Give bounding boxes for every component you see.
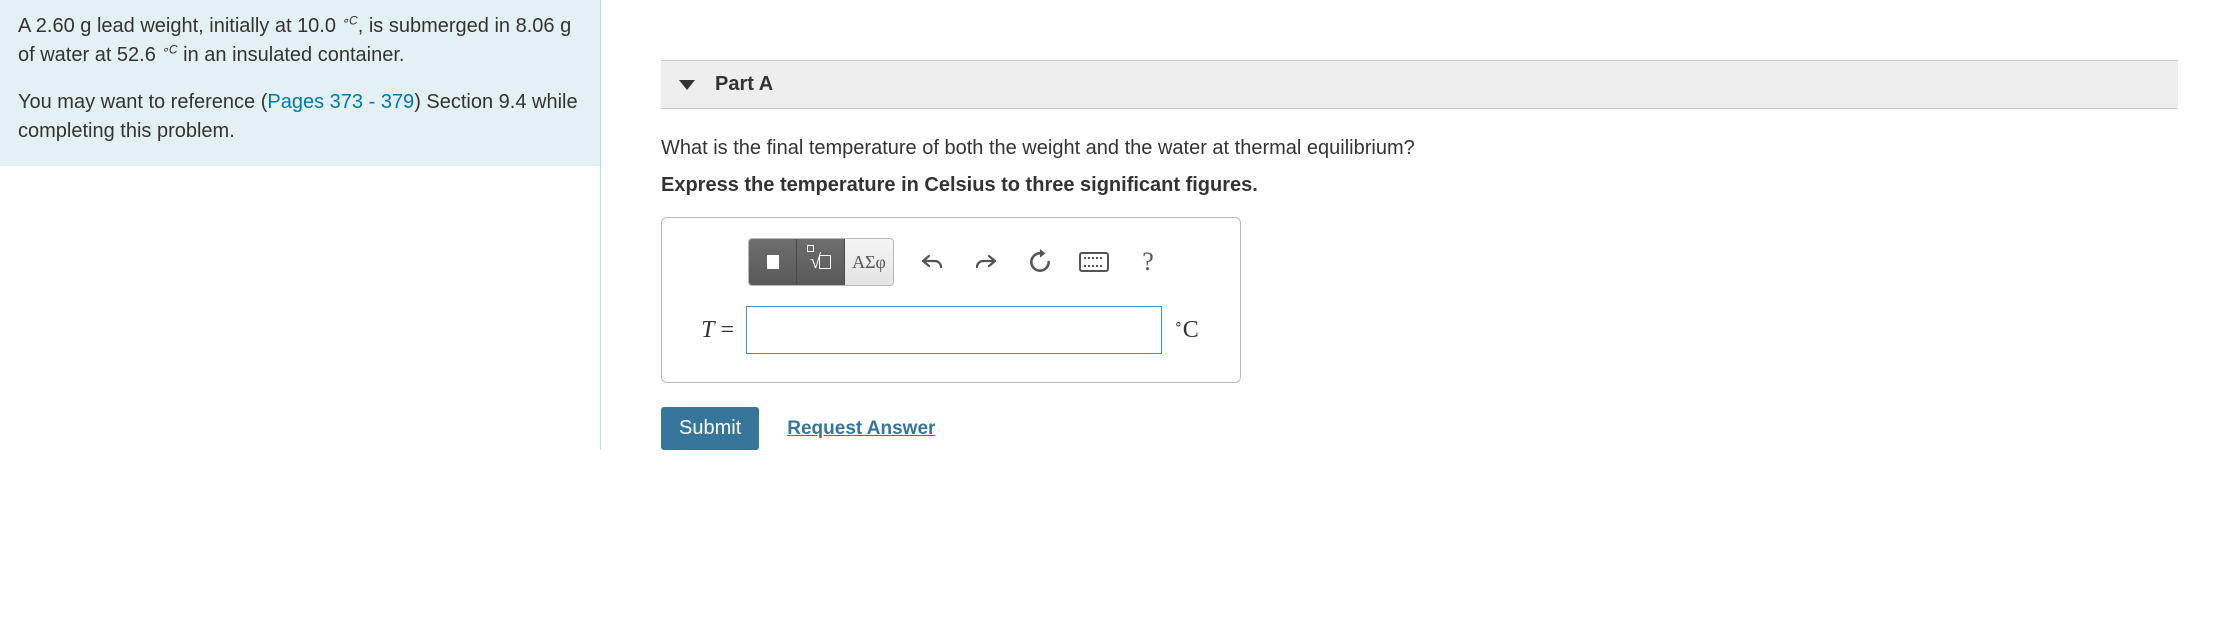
part-title: Part A: [715, 73, 773, 96]
answer-row: T = ∘C: [678, 306, 1224, 354]
text: You may want to reference (: [18, 91, 267, 113]
problem-paragraph-2: You may want to reference (Pages 373 - 3…: [18, 88, 582, 146]
unit-c: C: [1183, 317, 1199, 343]
part-body: What is the final temperature of both th…: [661, 109, 2238, 450]
question-text: What is the final temperature of both th…: [661, 137, 2178, 160]
answer-panel: Part A What is the final temperature of …: [600, 0, 2238, 450]
problem-panel: A 2.60 g lead weight, initially at 10.0 …: [0, 0, 600, 450]
undo-button[interactable]: [912, 242, 952, 282]
var-name: T: [701, 317, 714, 343]
reset-button[interactable]: [1020, 242, 1060, 282]
root-icon: √: [810, 251, 831, 274]
keyboard-icon: [1079, 252, 1109, 272]
help-button[interactable]: ?: [1128, 242, 1168, 282]
rect-icon: [767, 255, 779, 269]
answer-input[interactable]: [746, 306, 1162, 354]
degree-unit: ∘C: [342, 15, 358, 37]
part-header[interactable]: Part A: [661, 60, 2178, 109]
degree-symbol: ∘C: [342, 13, 358, 27]
chevron-down-icon: [679, 80, 695, 90]
tool-row-right: ?: [912, 242, 1168, 282]
degree-symbol: ∘C: [161, 42, 177, 56]
actions-row: Submit Request Answer: [661, 407, 2178, 450]
template-rect-button[interactable]: [749, 239, 797, 285]
greek-button[interactable]: ΑΣφ: [845, 239, 893, 285]
problem-paragraph-1: A 2.60 g lead weight, initially at 10.0 …: [18, 12, 582, 70]
text: A 2.60 g lead weight, initially at 10.0: [18, 15, 342, 37]
unit-label: ∘C: [1174, 316, 1224, 344]
text: in an insulated container.: [178, 44, 405, 66]
degree-symbol: ∘: [1174, 317, 1183, 332]
keyboard-button[interactable]: [1074, 242, 1114, 282]
redo-icon: [974, 250, 998, 274]
pages-link[interactable]: Pages 373 - 379: [267, 91, 414, 113]
greek-label: ΑΣφ: [852, 252, 886, 273]
instruction-text: Express the temperature in Celsius to th…: [661, 174, 2178, 197]
problem-statement: A 2.60 g lead weight, initially at 10.0 …: [0, 0, 600, 166]
tool-group: √ ΑΣφ: [748, 238, 894, 286]
degree-unit: ∘C: [161, 44, 177, 66]
variable-label: T =: [678, 317, 734, 344]
redo-button[interactable]: [966, 242, 1006, 282]
request-answer-link[interactable]: Request Answer: [787, 418, 935, 440]
equation-toolbar: √ ΑΣφ: [748, 238, 1224, 286]
submit-button[interactable]: Submit: [661, 407, 759, 450]
template-root-button[interactable]: √: [797, 239, 845, 285]
equals-sign: =: [714, 317, 734, 343]
reset-icon: [1027, 249, 1053, 275]
answer-box: √ ΑΣφ: [661, 217, 1241, 383]
undo-icon: [920, 250, 944, 274]
